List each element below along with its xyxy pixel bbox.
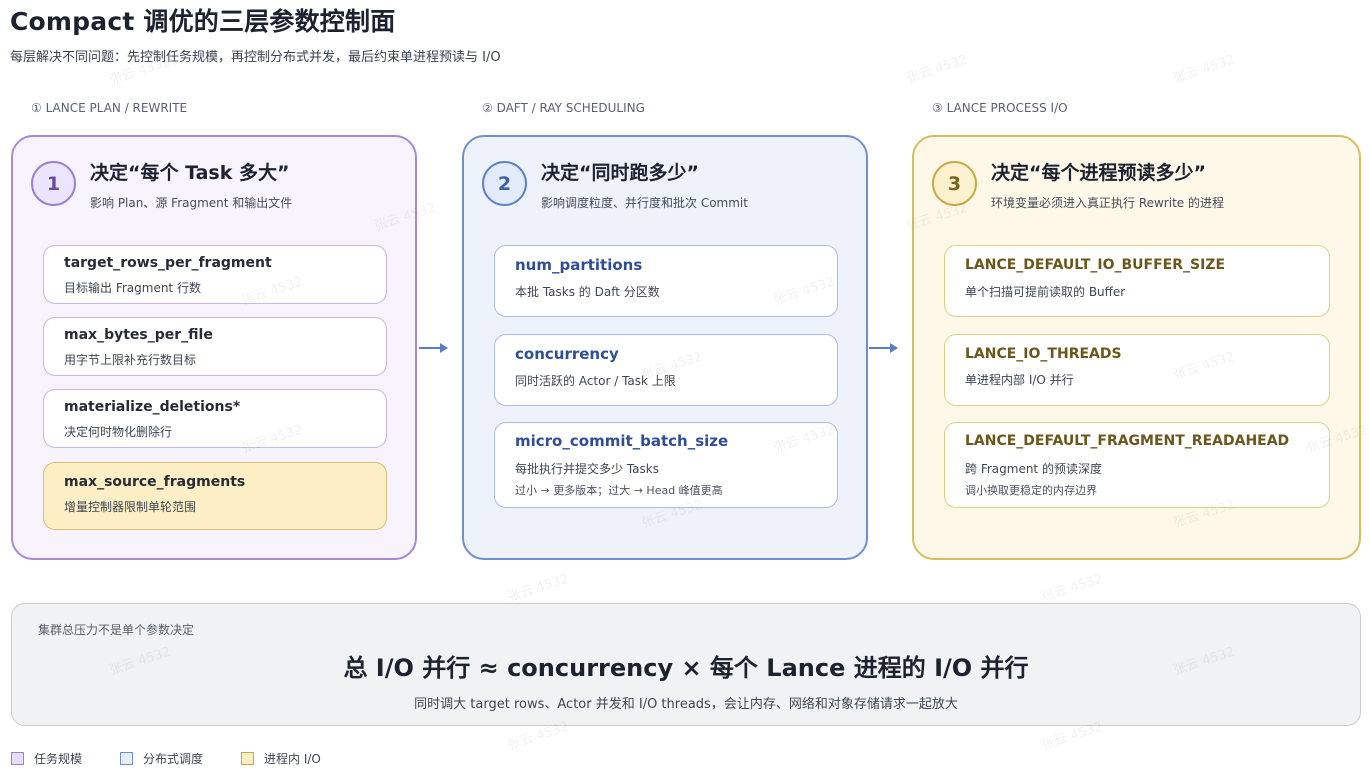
param-name: LANCE_IO_THREADS xyxy=(965,346,1122,362)
param-card-max-source-fragments: max_source_fragments 增量控制器限制单轮范围 xyxy=(43,462,387,530)
legend-item-process-io: 进程内 I/O xyxy=(241,750,321,767)
summary-box: 集群总压力不是单个参数决定 总 I/O 并行 ≈ concurrency × 每… xyxy=(11,603,1361,726)
param-desc: 单个扫描可提前读取的 Buffer xyxy=(965,285,1126,299)
panel-heading: 决定“每个 Task 多大” xyxy=(90,162,290,184)
param-card-materialize-deletions: materialize_deletions* 决定何时物化删除行 xyxy=(43,389,387,448)
arrow-right-icon xyxy=(419,343,448,353)
param-desc: 单进程内部 I/O 并行 xyxy=(965,373,1074,387)
legend-item-task-size: 任务规模 xyxy=(11,750,82,767)
param-desc: 决定何时物化删除行 xyxy=(64,425,173,439)
param-desc: 目标输出 Fragment 行数 xyxy=(64,281,201,295)
param-name: materialize_deletions* xyxy=(64,399,241,415)
legend-swatch xyxy=(241,752,255,765)
legend-swatch xyxy=(120,752,134,765)
panel-lance-process-io: 3 决定“每个进程预读多少” 环境变量必须进入真正执行 Rewrite 的进程 … xyxy=(912,135,1361,560)
column-label-plan: ① LANCE PLAN / REWRITE xyxy=(31,101,188,115)
param-desc: 同时活跃的 Actor / Task 上限 xyxy=(515,374,676,388)
param-card-max-bytes: max_bytes_per_file 用字节上限补充行数目标 xyxy=(43,317,387,376)
summary-label: 集群总压力不是单个参数决定 xyxy=(38,623,195,637)
param-name: max_bytes_per_file xyxy=(64,327,213,343)
param-card-target-rows: target_rows_per_fragment 目标输出 Fragment 行… xyxy=(43,245,387,304)
param-name: LANCE_DEFAULT_IO_BUFFER_SIZE xyxy=(965,257,1226,273)
param-desc: 本批 Tasks 的 Daft 分区数 xyxy=(515,285,660,299)
watermark: 张云 4532 xyxy=(505,571,571,606)
watermark: 张云 4532 xyxy=(1039,571,1105,606)
param-desc: 用字节上限补充行数目标 xyxy=(64,353,197,367)
param-desc: 每批执行并提交多少 Tasks xyxy=(515,462,659,476)
param-desc: 增量控制器限制单轮范围 xyxy=(64,500,197,514)
page-title: Compact 调优的三层参数控制面 xyxy=(10,7,396,36)
param-card-concurrency: concurrency 同时活跃的 Actor / Task 上限 xyxy=(494,334,838,406)
summary-formula: 总 I/O 并行 ≈ concurrency × 每个 Lance 进程的 I/… xyxy=(343,654,1029,682)
summary-note: 同时调大 target rows、Actor 并发和 I/O threads，会… xyxy=(414,697,958,712)
column-label-scheduling: ② DAFT / RAY SCHEDULING xyxy=(482,101,645,115)
param-card-io-threads: LANCE_IO_THREADS 单进程内部 I/O 并行 xyxy=(944,334,1330,406)
step-badge-2: 2 xyxy=(482,161,527,206)
panel-subheading: 影响 Plan、源 Fragment 和输出文件 xyxy=(90,196,293,210)
param-card-io-buffer-size: LANCE_DEFAULT_IO_BUFFER_SIZE 单个扫描可提前读取的 … xyxy=(944,245,1330,317)
legend-label: 分布式调度 xyxy=(143,752,204,766)
watermark: 张云 4532 xyxy=(904,52,970,87)
step-badge-3: 3 xyxy=(932,161,977,206)
arrow-right-icon xyxy=(869,343,898,353)
param-card-fragment-readahead: LANCE_DEFAULT_FRAGMENT_READAHEAD 跨 Fragm… xyxy=(944,422,1330,508)
param-desc: 跨 Fragment 的预读深度 xyxy=(965,462,1102,476)
legend-item-scheduling: 分布式调度 xyxy=(120,750,203,767)
column-label-process-io: ③ LANCE PROCESS I/O xyxy=(932,101,1068,115)
param-note: 过小 → 更多版本；过大 → Head 峰值更高 xyxy=(515,484,723,497)
param-note: 调小换取更稳定的内存边界 xyxy=(965,484,1097,497)
legend-label: 进程内 I/O xyxy=(264,752,321,766)
param-name: micro_commit_batch_size xyxy=(515,432,729,450)
param-name: target_rows_per_fragment xyxy=(64,255,272,271)
legend: 任务规模 分布式调度 进程内 I/O xyxy=(11,750,359,767)
panel-daft-ray-scheduling: 2 决定“同时跑多少” 影响调度粒度、并行度和批次 Commit num_par… xyxy=(462,135,868,560)
legend-label: 任务规模 xyxy=(34,752,83,766)
param-name: concurrency xyxy=(515,345,619,363)
panel-heading: 决定“每个进程预读多少” xyxy=(991,162,1206,184)
param-name: num_partitions xyxy=(515,256,643,274)
step-badge-1: 1 xyxy=(31,161,76,206)
param-name: max_source_fragments xyxy=(64,474,246,490)
param-card-num-partitions: num_partitions 本批 Tasks 的 Daft 分区数 xyxy=(494,245,838,317)
panel-subheading: 环境变量必须进入真正执行 Rewrite 的进程 xyxy=(991,196,1224,210)
panel-heading: 决定“同时跑多少” xyxy=(541,162,699,184)
watermark: 张云 4532 xyxy=(1171,52,1237,87)
param-card-micro-commit-batch-size: micro_commit_batch_size 每批执行并提交多少 Tasks … xyxy=(494,422,838,508)
page-subtitle: 每层解决不同问题：先控制任务规模，再控制分布式并发，最后约束单进程预读与 I/O xyxy=(10,50,501,65)
panel-subheading: 影响调度粒度、并行度和批次 Commit xyxy=(541,196,748,210)
panel-lance-plan: 1 决定“每个 Task 多大” 影响 Plan、源 Fragment 和输出文… xyxy=(11,135,417,560)
legend-swatch xyxy=(11,752,24,765)
param-name: LANCE_DEFAULT_FRAGMENT_READAHEAD xyxy=(965,433,1290,449)
